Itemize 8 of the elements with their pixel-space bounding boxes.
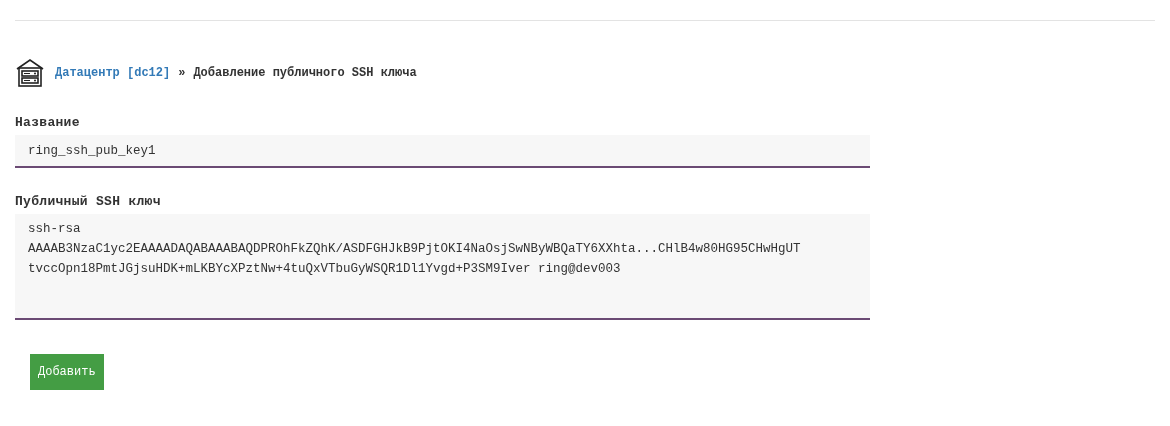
field-label: Название: [15, 115, 81, 130]
server-icon: [15, 58, 45, 88]
page-title: Добавление публичного SSH ключа: [193, 66, 417, 80]
name-input[interactable]: ring_ssh_pub_key1: [15, 135, 870, 168]
field-label: Публичный SSH ключ: [15, 194, 162, 209]
key-textarea[interactable]: ssh-rsa AAAAB3NzaC1yc2EAAAADAQABAAABAQDPROhFkZQhK/ASDFGHJkB9PjtOKI4NaOsjSwNByWBQaTY6XXhta...CHlB4w80HG95CHwHgUT tvccOpn18PmtJGjsuHDK+mLKBYcXPztNw+4tuQxVTbuGyWSQR1Dl1Yvgd+P3SM9Iver ring@dev003: [15, 214, 870, 320]
breadcrumb-separator: »: [178, 66, 186, 80]
datacenter-link[interactable]: Датацентр [dc12]: [55, 66, 171, 80]
